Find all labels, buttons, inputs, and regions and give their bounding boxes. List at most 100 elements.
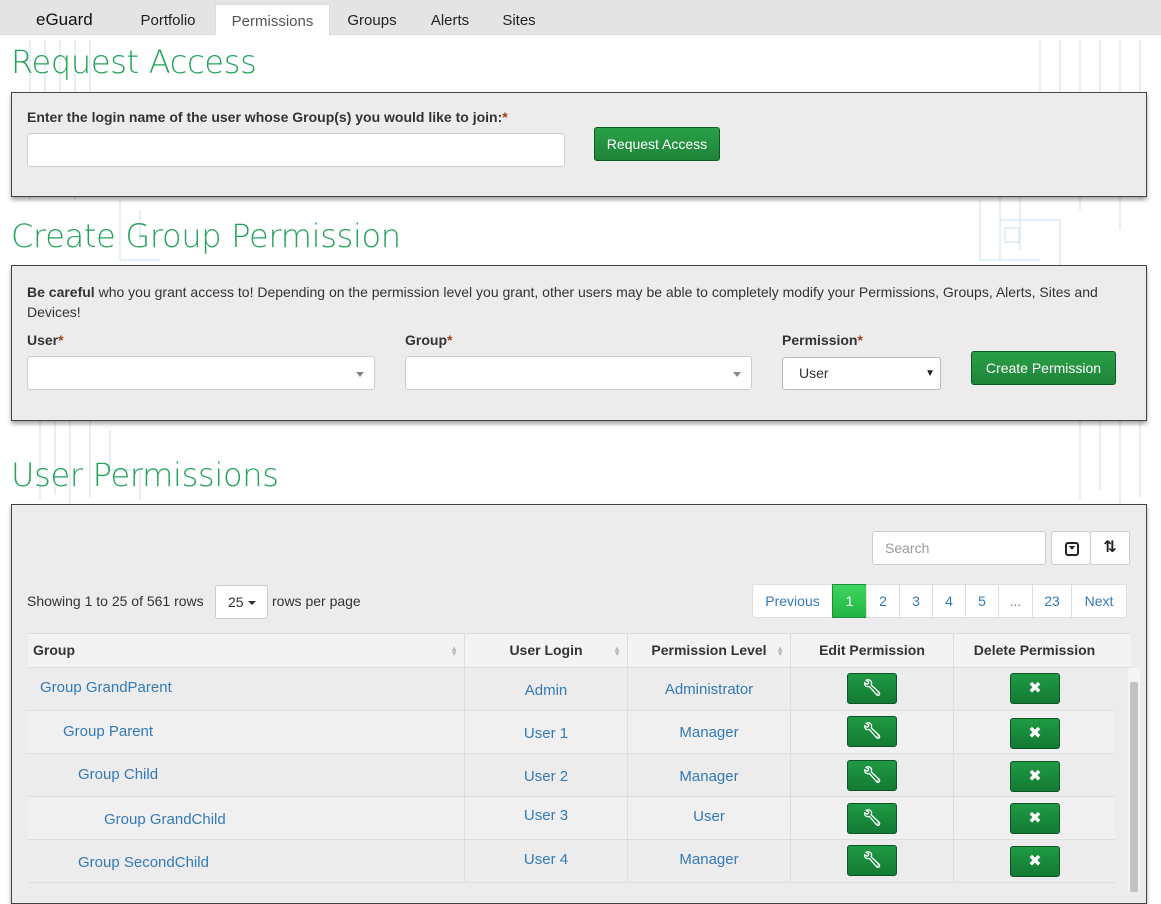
select-arrow-icon: ▼ <box>925 368 935 379</box>
group-link[interactable]: Group GrandParent <box>28 668 464 711</box>
sort-arrows-icon: ▲ ▼ <box>613 644 621 658</box>
wrench-icon: 🔧︎ <box>861 810 883 827</box>
permission-warning: Be careful who you grant access to! Depe… <box>27 282 1127 322</box>
warning-text: who you grant access to! Depending on th… <box>27 284 1098 320</box>
permission-level-link[interactable]: Manager <box>627 754 790 797</box>
group-select[interactable] <box>405 356 752 390</box>
permission-level-link[interactable]: User <box>627 797 790 840</box>
permission-select-value: User <box>799 365 829 381</box>
edit-permission-button[interactable]: 🔧︎ <box>847 716 897 747</box>
user-permissions-heading: User Permissions <box>11 456 279 494</box>
delete-cell: ✖ <box>953 797 1115 840</box>
page-size-dropdown[interactable]: 25 <box>215 585 268 619</box>
delete-permission-button[interactable]: ✖ <box>1010 761 1060 792</box>
user-login-link[interactable]: User 2 <box>464 754 627 797</box>
pagination-page[interactable]: 1 <box>832 584 867 618</box>
chevron-down-icon <box>356 372 364 377</box>
permission-level-link[interactable]: Manager <box>627 840 790 883</box>
login-name-input[interactable] <box>27 133 565 167</box>
column-header-user-login[interactable]: User Login ▲ ▼ <box>464 634 627 669</box>
group-link[interactable]: Group Child <box>28 754 464 797</box>
edit-permission-button[interactable]: 🔧︎ <box>847 803 897 834</box>
column-header-edit-permission: Edit Permission <box>790 634 953 669</box>
tab-sites[interactable]: Sites <box>492 4 546 35</box>
user-login-link[interactable]: User 3 <box>464 797 627 840</box>
edit-cell: 🔧︎ <box>790 668 953 711</box>
column-header-permission-level[interactable]: Permission Level ▲ ▼ <box>627 634 790 669</box>
delete-cell: ✖ <box>953 668 1115 711</box>
close-icon: ✖ <box>1028 725 1042 742</box>
close-icon: ✖ <box>1028 853 1042 870</box>
search-input[interactable]: Search <box>872 531 1046 565</box>
tab-groups[interactable]: Groups <box>334 4 410 35</box>
tab-permissions[interactable]: Permissions <box>215 4 330 35</box>
sort-arrows-icon: ▲ ▼ <box>450 644 458 658</box>
page-size-value: 25 <box>228 594 244 610</box>
tab-portfolio[interactable]: Portfolio <box>124 4 212 35</box>
request-access-button[interactable]: Request Access <box>594 127 720 161</box>
sort-icon: ⇅ <box>1103 539 1117 556</box>
wrench-icon: 🔧︎ <box>861 723 883 740</box>
user-login-link[interactable]: User 1 <box>464 711 627 754</box>
required-mark: * <box>857 332 863 348</box>
user-login-link[interactable]: Admin <box>464 668 627 711</box>
group-link[interactable]: Group Parent <box>28 711 464 754</box>
close-icon: ✖ <box>1028 680 1042 697</box>
delete-permission-button[interactable]: ✖ <box>1010 718 1060 749</box>
user-login-link[interactable]: User 4 <box>464 840 627 883</box>
edit-cell: 🔧︎ <box>790 840 953 883</box>
pagination-page[interactable]: 5 <box>965 584 999 618</box>
permission-select[interactable]: User ▼ <box>782 357 941 390</box>
pagination-page[interactable]: 2 <box>866 584 900 618</box>
toggle-view-button[interactable] <box>1051 531 1091 565</box>
column-header-delete-permission: Delete Permission <box>953 634 1115 669</box>
permission-level-link[interactable]: Manager <box>627 711 790 754</box>
pagination: Previous 1 2 3 4 5 ... 23 Next <box>752 584 1127 618</box>
create-permission-button[interactable]: Create Permission <box>971 351 1116 385</box>
table-row: Group Child User 2 Manager 🔧︎ ✖ <box>28 754 1115 797</box>
column-header-group[interactable]: Group ▲ ▼ <box>28 634 464 669</box>
permission-level-link[interactable]: Administrator <box>627 668 790 711</box>
rows-per-page-text: rows per page <box>272 593 361 609</box>
login-name-label-text: Enter the login name of the user whose G… <box>27 109 503 125</box>
user-select[interactable] <box>27 356 375 390</box>
pagination-next[interactable]: Next <box>1071 584 1127 618</box>
pagination-page[interactable]: 4 <box>932 584 966 618</box>
delete-permission-button[interactable]: ✖ <box>1010 846 1060 877</box>
required-mark: * <box>447 332 453 348</box>
column-header-label: User Login <box>509 642 583 658</box>
chevron-down-icon <box>733 372 741 377</box>
required-mark: * <box>58 332 64 348</box>
table-row: Group GrandParent Admin Administrator 🔧︎… <box>28 668 1115 711</box>
tab-alerts[interactable]: Alerts <box>418 4 482 35</box>
user-label: User* <box>27 332 64 348</box>
delete-cell: ✖ <box>953 840 1115 883</box>
pagination-page[interactable]: 3 <box>899 584 933 618</box>
group-label: Group* <box>405 332 452 348</box>
edit-permission-button[interactable]: 🔧︎ <box>847 673 897 704</box>
table-row: Group SecondChild User 4 Manager 🔧︎ ✖ <box>28 840 1115 883</box>
wrench-icon: 🔧︎ <box>861 680 883 697</box>
group-link[interactable]: Group GrandChild <box>28 797 464 840</box>
create-permission-panel: Be careful who you grant access to! Depe… <box>11 265 1147 421</box>
table-row: Group Parent User 1 Manager 🔧︎ ✖ <box>28 711 1115 754</box>
delete-permission-button[interactable]: ✖ <box>1010 673 1060 704</box>
group-link[interactable]: Group SecondChild <box>28 840 464 883</box>
sort-button[interactable]: ⇅ <box>1090 531 1130 565</box>
edit-permission-button[interactable]: 🔧︎ <box>847 845 897 876</box>
group-label-text: Group <box>405 332 447 348</box>
table-scrollbar[interactable] <box>1128 668 1140 892</box>
brand-name[interactable]: eGuard <box>36 10 93 30</box>
wrench-icon: 🔧︎ <box>861 852 883 869</box>
pagination-previous[interactable]: Previous <box>752 584 833 618</box>
scrollbar-thumb[interactable] <box>1130 682 1138 892</box>
edit-cell: 🔧︎ <box>790 711 953 754</box>
delete-permission-button[interactable]: ✖ <box>1010 803 1060 834</box>
warning-bold: Be careful <box>27 284 95 300</box>
edit-permission-button[interactable]: 🔧︎ <box>847 760 897 791</box>
close-icon: ✖ <box>1028 810 1042 827</box>
search-placeholder: Search <box>885 540 930 556</box>
pagination-page[interactable]: 23 <box>1032 584 1072 618</box>
caret-down-icon <box>248 601 256 605</box>
edit-cell: 🔧︎ <box>790 797 953 840</box>
